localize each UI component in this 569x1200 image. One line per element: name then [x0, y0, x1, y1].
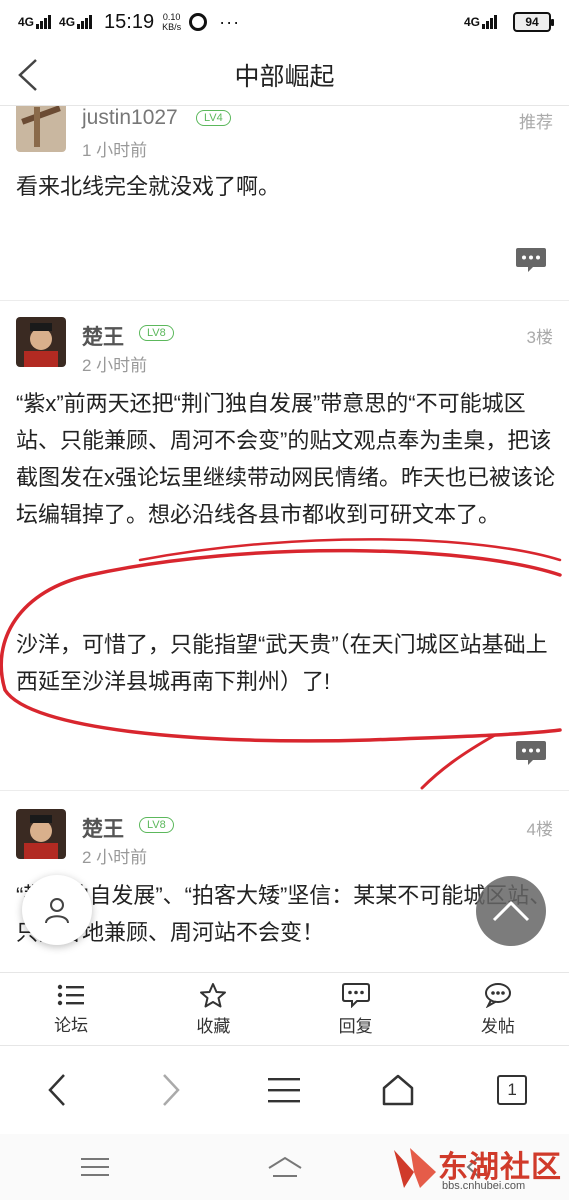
post-text: “荆门独自发展”、“拍客大矮”坚信：某某不可能城区站、只能各地兼顾、周河站不会变… — [16, 883, 552, 945]
post-item: justin1027 LV4 1 小时前 推荐 看来北线完全就没戏了啊。 — [0, 106, 569, 301]
tab-count-icon: 1 — [497, 1075, 528, 1105]
watermark-url: bbs.cnhubei.com — [442, 1180, 526, 1192]
clock: 15:19 — [104, 10, 155, 33]
thread-toolbar: 论坛 收藏 回复 发帖 — [0, 972, 569, 1046]
username[interactable]: justin1027 — [82, 106, 178, 130]
site-watermark: 东湖社区 bbs.cnhubei.com — [390, 1138, 565, 1196]
user-profile-button[interactable] — [22, 875, 92, 945]
network-type-label: 4G — [463, 15, 480, 29]
more-notifications-icon: ··· — [219, 11, 241, 32]
network-speed: 0.10 KB/s — [162, 12, 181, 32]
status-bar: 4G 4G 15:19 0.10 KB/s ··· 4G 94 — [0, 0, 569, 44]
post-time: 1 小时前 — [82, 141, 148, 160]
floor-label: 3楼 — [526, 328, 553, 347]
network-indicator-3: 4G — [464, 15, 497, 29]
thread-content[interactable]: justin1027 LV4 1 小时前 推荐 看来北线完全就没戏了啊。 楚王 … — [0, 106, 569, 972]
toolbar-label: 回复 — [338, 1016, 373, 1036]
chevron-right-icon — [162, 1074, 180, 1106]
speed-value: 0.10 — [162, 12, 181, 22]
page-title: 中部崛起 — [234, 62, 335, 91]
new-post-button[interactable]: 发帖 — [427, 973, 569, 1045]
post-item: 楚王 LV8 2 小时前 3楼 “紫x”前两天还把“荆门独自发展”带意思的“不可… — [0, 301, 569, 791]
toolbar-label: 发帖 — [480, 1016, 515, 1036]
browser-forward-button[interactable] — [114, 1073, 228, 1107]
floor-label: 4楼 — [526, 820, 553, 839]
comment-icon[interactable] — [515, 739, 547, 767]
star-icon — [200, 982, 227, 1007]
network-indicator-2: 4G — [59, 15, 93, 29]
signal-icon — [482, 15, 497, 29]
speed-unit: KB/s — [162, 22, 182, 32]
post-text-paragraph: 沙洋，可惜了，只能指望“武天贵”（在天门城区站基础上西延至沙洋县城再南下荆州）了… — [16, 632, 548, 694]
forum-button[interactable]: 论坛 — [0, 973, 142, 1045]
user-icon — [45, 898, 69, 924]
chevron-left-icon — [48, 1074, 65, 1106]
back-icon[interactable] — [14, 58, 44, 92]
list-icon — [57, 984, 85, 1005]
toolbar-label: 论坛 — [54, 1015, 89, 1035]
browser-toolbar: 1 — [0, 1046, 569, 1134]
network-type-label: 4G — [18, 15, 35, 29]
reply-button[interactable]: 回复 — [285, 973, 427, 1045]
browser-home-button[interactable] — [341, 1074, 455, 1106]
network-indicator-1: 4G — [18, 15, 52, 29]
post-text-paragraph: “紫x”前两天还把“荆门独自发展”带意思的“不可能城区站、只能兼顾、周河不会变”… — [16, 391, 556, 527]
post-time: 2 小时前 — [82, 848, 148, 867]
browser-menu-button[interactable] — [228, 1076, 342, 1104]
floor-label: 推荐 — [519, 113, 553, 132]
post-text: 看来北线完全就没戏了啊。 — [16, 174, 281, 199]
avatar[interactable] — [16, 106, 66, 152]
level-badge: LV4 — [196, 110, 231, 126]
post-time: 2 小时前 — [82, 356, 148, 375]
network-type-label: 4G — [59, 15, 76, 29]
system-menu-button[interactable] — [0, 1157, 190, 1177]
level-badge: LV8 — [139, 817, 174, 833]
menu-icon — [80, 1158, 109, 1176]
reply-icon — [341, 982, 370, 1008]
username[interactable]: 楚王 — [82, 813, 124, 843]
signal-icon — [36, 15, 52, 29]
app-header: 中部崛起 — [0, 44, 569, 106]
home-icon — [383, 1074, 414, 1106]
level-badge: LV8 — [139, 325, 174, 341]
browser-tabs-button[interactable]: 1 — [455, 1075, 569, 1105]
scroll-top-button[interactable] — [476, 876, 546, 946]
comment-icon[interactable] — [515, 246, 547, 274]
toolbar-label: 收藏 — [196, 1016, 231, 1036]
menu-icon — [268, 1078, 301, 1103]
avatar[interactable] — [16, 809, 66, 859]
browser-back-button[interactable] — [0, 1073, 114, 1107]
status-right: 4G 94 — [464, 12, 554, 32]
avatar[interactable] — [16, 317, 66, 367]
system-home-button[interactable] — [190, 1156, 380, 1178]
battery-level: 94 — [525, 15, 539, 29]
site-logo-icon — [394, 1148, 436, 1188]
chevron-up-icon — [492, 900, 530, 922]
home-icon — [267, 1156, 302, 1177]
signal-icon — [77, 15, 93, 29]
battery-icon: 94 — [513, 12, 554, 32]
username[interactable]: 楚王 — [82, 321, 124, 351]
app-notification-icon — [189, 13, 208, 31]
post-item: 楚王 LV8 2 小时前 4楼 “荆门独自发展”、“拍客大矮”坚信：某某不可能城… — [0, 793, 569, 972]
post-icon — [484, 982, 511, 1008]
favorite-button[interactable]: 收藏 — [142, 973, 284, 1045]
